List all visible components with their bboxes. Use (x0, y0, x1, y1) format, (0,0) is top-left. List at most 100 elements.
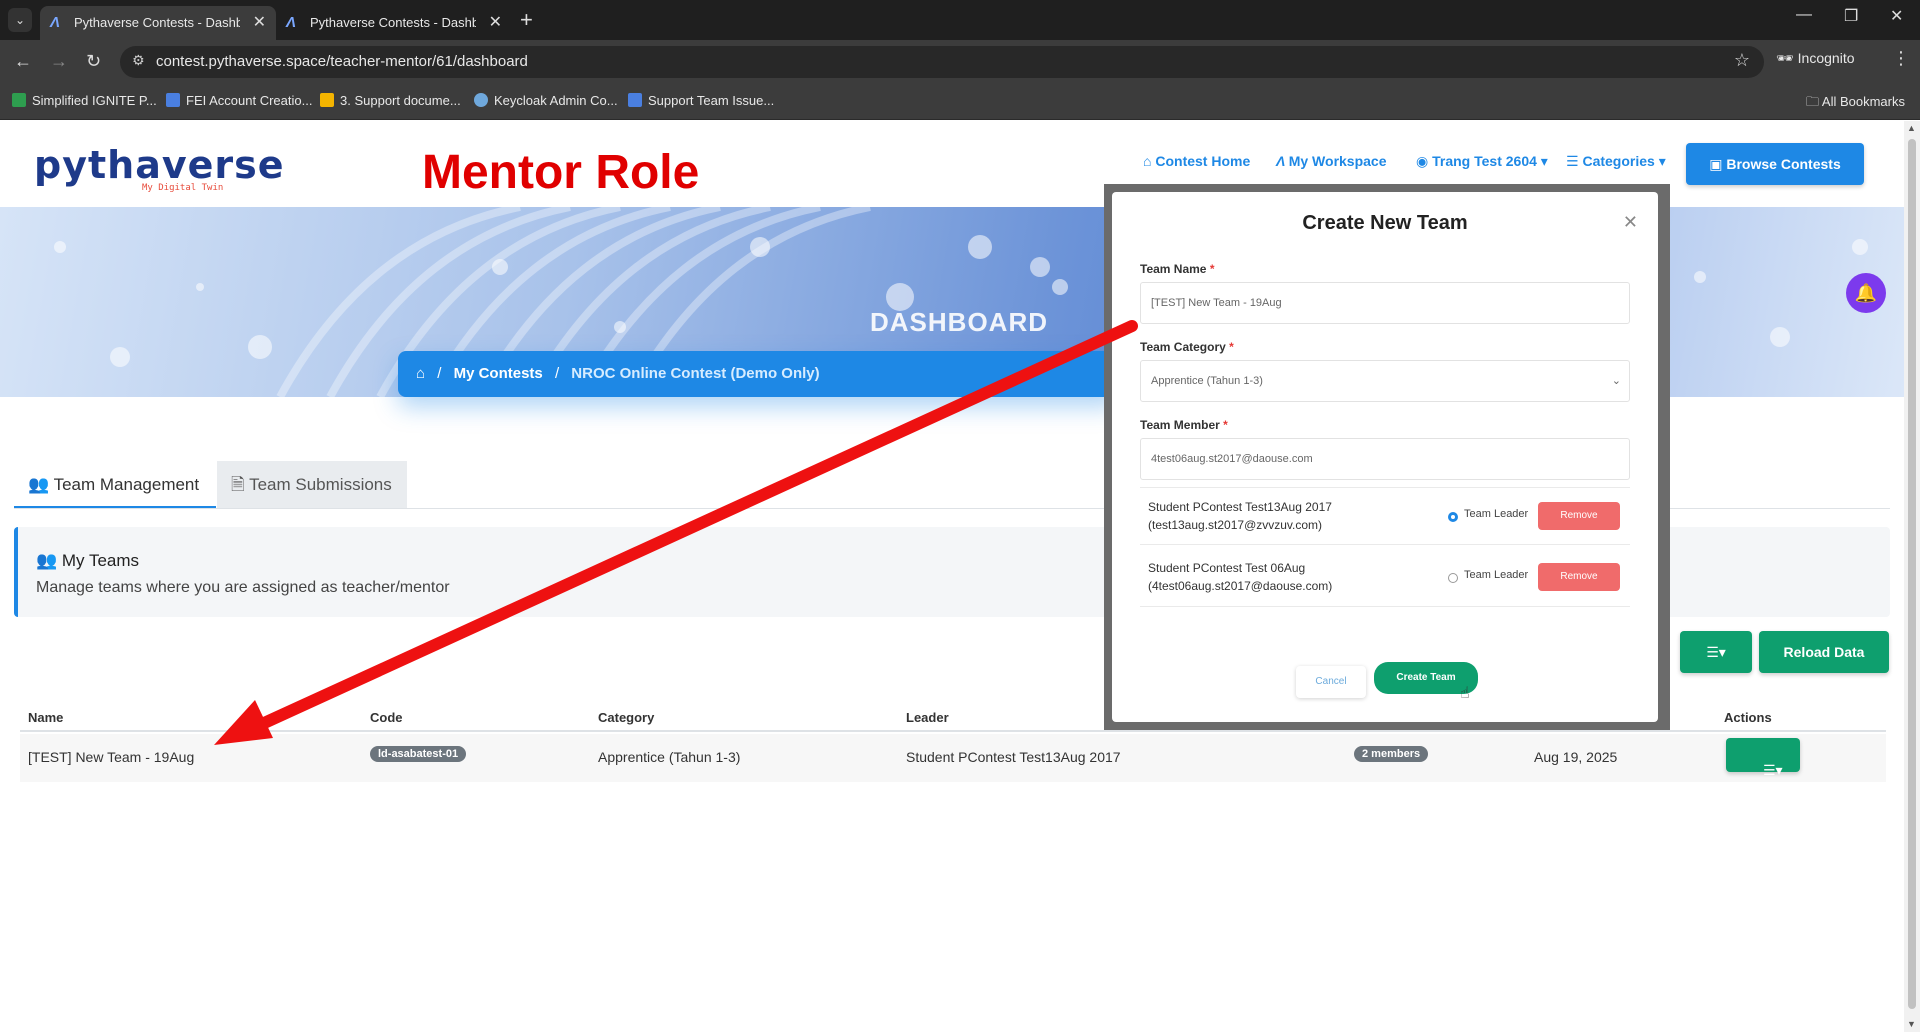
pythaverse-logo[interactable]: pythaverse My Digital Twin (34, 143, 284, 193)
bookmarks-bar: Simplified IGNITE P... FEI Account Creat… (0, 84, 1920, 120)
site-info-icon[interactable]: ⚙ (132, 52, 145, 69)
sheets-icon (12, 93, 26, 107)
create-team-modal: Create New Team ✕ Team Name * [TEST] New… (1112, 192, 1658, 722)
incognito-indicator[interactable]: 🕶 Incognito (1776, 50, 1855, 67)
remove-member-button[interactable]: Remove (1538, 563, 1620, 591)
scroll-up-icon[interactable]: ▲ (1907, 123, 1916, 133)
team-leader-label: Team Leader (1464, 508, 1529, 520)
browser-tab-2[interactable]: Λ Pythaverse Contests - Dashboard ✕ (276, 6, 512, 40)
workspace-icon: Λ (1276, 153, 1289, 169)
docs-icon (166, 93, 180, 107)
pythaverse-favicon-icon: Λ (50, 14, 61, 31)
bookmark-item[interactable]: Support Team Issue... (628, 93, 774, 108)
minimize-icon[interactable]: — (1796, 6, 1812, 24)
browser-menu-icon[interactable]: ⋮ (1892, 48, 1910, 69)
row-actions-button[interactable]: ☰▾ (1726, 738, 1800, 778)
team-member-input[interactable]: 4test06aug.st2017@daouse.com (1140, 438, 1630, 480)
team-date-cell: Aug 19, 2025 (1534, 749, 1618, 765)
team-leader-radio[interactable] (1448, 512, 1458, 522)
team-name-label: Team Name * (1140, 262, 1215, 276)
bookmark-star-icon[interactable]: ☆ (1734, 50, 1750, 71)
table-row: [TEST] New Team - 19Aug ld-asabatest-01 … (20, 734, 1886, 782)
back-icon[interactable]: ← (14, 50, 32, 72)
menu-icon: ☰▾ (1763, 762, 1783, 778)
cancel-button[interactable]: Cancel (1296, 666, 1366, 698)
incognito-icon: 🕶 (1776, 50, 1794, 66)
home-icon: ⌂ (1143, 153, 1156, 169)
col-category: Category (598, 710, 655, 725)
keycloak-icon (474, 93, 488, 107)
bookmark-item[interactable]: Keycloak Admin Co... (474, 93, 618, 108)
scroll-thumb[interactable] (1908, 139, 1916, 1009)
reload-data-button[interactable]: Reload Data (1759, 631, 1889, 673)
window-close-icon[interactable]: ✕ (1890, 6, 1903, 26)
team-leader-radio[interactable] (1448, 573, 1458, 583)
team-name-cell: [TEST] New Team - 19Aug (28, 749, 195, 765)
col-actions: Actions (1724, 710, 1772, 725)
tab-close-icon[interactable]: ✕ (489, 6, 502, 40)
team-leader-cell: Student PContest Test13Aug 2017 (906, 749, 1121, 765)
list-item: Student PContest Test 06Aug (4test06aug.s… (1140, 549, 1630, 607)
url-text[interactable]: contest.pythaverse.space/teacher-mentor/… (156, 53, 528, 70)
list-item: Student PContest Test13Aug 2017 (test13au… (1140, 487, 1630, 545)
browser-tab-bar: ⌄ Λ Pythaverse Contests - Dashboard ✕ Λ … (0, 0, 1920, 40)
notification-bell-icon[interactable]: 🔔 (1846, 273, 1886, 313)
col-code: Code (370, 710, 403, 725)
team-name-input[interactable]: [TEST] New Team - 19Aug (1140, 282, 1630, 324)
home-icon[interactable]: ⌂ (416, 365, 425, 382)
team-member-label: Team Member * (1140, 418, 1228, 432)
col-name: Name (28, 710, 64, 725)
restore-icon[interactable]: ❐ (1844, 6, 1858, 26)
col-leader: Leader (906, 710, 949, 725)
remove-member-button[interactable]: Remove (1538, 502, 1620, 530)
browser-tab-1[interactable]: Λ Pythaverse Contests - Dashboard ✕ (40, 6, 276, 40)
bookmark-item[interactable]: FEI Account Creatio... (166, 93, 312, 108)
docs-icon (628, 93, 642, 107)
breadcrumb-my-contests[interactable]: My Contests (454, 365, 543, 382)
team-category-select[interactable]: Apprentice (Tahun 1-3) ⌄ (1140, 360, 1630, 402)
calendar-icon: ▣ (1709, 156, 1727, 172)
pythaverse-favicon-icon: Λ (286, 14, 297, 31)
options-menu-button[interactable]: ☰▾ (1680, 631, 1752, 673)
new-tab-icon[interactable]: + (520, 6, 533, 34)
breadcrumb-current-contest: NROC Online Contest (Demo Only) (571, 365, 820, 382)
my-teams-description: Manage teams where you are assigned as t… (36, 579, 450, 596)
chevron-down-icon: ⌄ (1611, 375, 1621, 387)
address-bar[interactable]: ⚙ contest.pythaverse.space/teacher-mento… (120, 46, 1764, 78)
nav-user-menu[interactable]: ◉ Trang Test 2604 ▾ (1416, 153, 1548, 170)
forward-icon[interactable]: → (50, 50, 68, 72)
tab-search-icon[interactable]: ⌄ (8, 8, 32, 32)
nav-categories[interactable]: ☰ Categories ▾ (1566, 153, 1666, 170)
team-category-cell: Apprentice (Tahun 1-3) (598, 749, 741, 765)
nav-contest-home[interactable]: ⌂ Contest Home (1143, 153, 1250, 169)
dashboard-title: DASHBOARD (870, 307, 1048, 337)
file-icon: 🗎 (231, 475, 250, 494)
member-count-badge: 2 members (1354, 746, 1429, 762)
folder-icon: 🗀 (1806, 94, 1822, 109)
mentor-role-annotation: Mentor Role (422, 146, 700, 199)
tab-team-submissions[interactable]: 🗎 Team Submissions (217, 461, 407, 509)
close-icon[interactable]: ✕ (1623, 212, 1638, 233)
page-scrollbar[interactable]: ▲ ▼ (1904, 121, 1920, 1032)
tab-close-icon[interactable]: ✕ (253, 6, 266, 40)
browse-contests-button[interactable]: ▣ Browse Contests (1686, 143, 1864, 185)
tab-team-management[interactable]: 👥 Team Management (14, 461, 216, 509)
nav-my-workspace[interactable]: Λ My Workspace (1276, 153, 1387, 169)
chevron-down-icon: ▾ (1654, 153, 1666, 169)
drive-icon (320, 93, 334, 107)
modal-title: Create New Team (1302, 212, 1468, 234)
users-icon: 👥 (28, 475, 54, 494)
breadcrumb: ⌂ / My Contests / NROC Online Contest (D… (398, 351, 1118, 397)
mouse-cursor-icon: ☝ (1460, 685, 1470, 702)
team-leader-label: Team Leader (1464, 569, 1529, 581)
bookmark-item[interactable]: Simplified IGNITE P... (12, 93, 157, 108)
scroll-down-icon[interactable]: ▼ (1907, 1019, 1916, 1029)
reload-icon[interactable]: ↻ (86, 50, 101, 72)
all-bookmarks[interactable]: 🗀 All Bookmarks (1806, 93, 1905, 115)
my-teams-title: My Teams (61, 551, 140, 570)
team-category-label: Team Category * (1140, 340, 1234, 354)
menu-icon: ☰▾ (1706, 644, 1726, 660)
bookmark-item[interactable]: 3. Support docume... (320, 93, 461, 108)
users-icon: 👥 (36, 551, 62, 570)
browser-toolbar: ← → ↻ ⚙ contest.pythaverse.space/teacher… (0, 40, 1920, 84)
